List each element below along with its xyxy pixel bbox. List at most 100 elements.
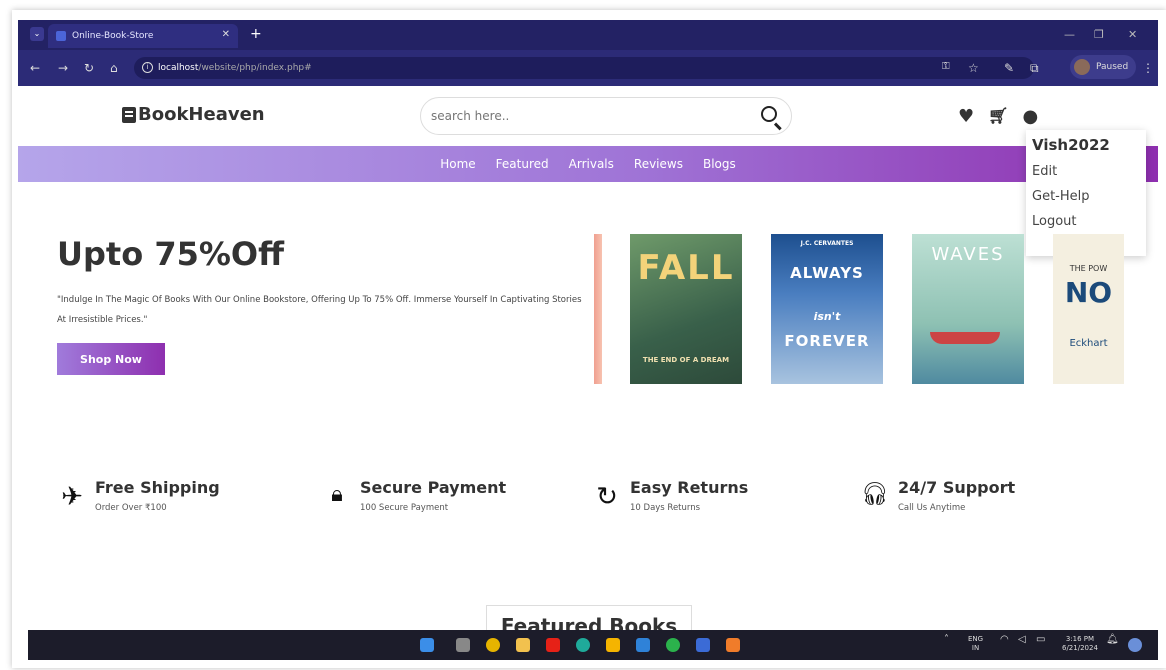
battery-icon[interactable]: ▭ <box>1036 635 1045 645</box>
header-icons: ♥ 🛒︎ ● <box>958 106 1038 127</box>
book-title-end: FOREVER <box>784 332 870 350</box>
clock-time: 3:16 PM <box>1065 635 1095 643</box>
screenshot-frame: ⌄ Online-Book-Store ✕ + — ❐ ✕ ← → ↻ ⌂ i … <box>0 0 1166 670</box>
book-carousel: FALL THE END OF A DREAM J.C. CERVANTES A… <box>594 234 1124 384</box>
book-cover-power-of-now[interactable]: THE POW NO Eckhart <box>1053 234 1124 384</box>
browser-tab[interactable]: Online-Book-Store ✕ <box>48 24 238 48</box>
shop-now-button[interactable]: Shop Now <box>57 343 165 375</box>
site-nav: Home Featured Arrivals Reviews Blogs <box>18 146 1158 182</box>
search-icon[interactable] <box>761 106 777 122</box>
extensions-icon[interactable]: ⧉ <box>1030 61 1039 76</box>
feature-free-shipping: ✈ Free Shipping Order Over ₹100 <box>57 478 220 513</box>
feature-title: 24/7 Support <box>898 478 1016 497</box>
browser-tab-bar: ⌄ Online-Book-Store ✕ + — ❐ ✕ <box>18 20 1158 50</box>
whatsapp-icon[interactable] <box>666 638 680 652</box>
site-info-icon[interactable]: i <box>142 62 153 73</box>
tab-title: Online-Book-Store <box>72 31 154 41</box>
site-logo-text: BookHeaven <box>138 104 265 125</box>
xampp-icon[interactable] <box>726 638 740 652</box>
feature-secure-payment: 🔒︎ Secure Payment 100 Secure Payment <box>322 478 506 513</box>
wifi-icon[interactable]: ◠ <box>1000 635 1009 645</box>
nav-featured[interactable]: Featured <box>496 157 549 171</box>
profile-button[interactable]: Paused <box>1070 55 1136 79</box>
book-title: FALL <box>637 248 735 288</box>
feature-title: Free Shipping <box>95 478 220 497</box>
feature-sub: 10 Days Returns <box>630 503 701 513</box>
windows-taskbar: ˄ ENG IN ◠ ◁ ▭ 3:16 PM 6/21/2024 🔔︎ <box>28 630 1158 660</box>
book-author: J.C. CERVANTES <box>800 240 854 247</box>
book-title: ALWAYS <box>790 264 864 282</box>
youtube-icon[interactable] <box>546 638 560 652</box>
feature-sub: Call Us Anytime <box>898 503 966 513</box>
notification-bell-icon[interactable]: 🔔︎ <box>1106 635 1119 645</box>
clock[interactable]: 3:16 PM 6/21/2024 <box>1062 635 1098 653</box>
book-cover-fall[interactable]: FALL THE END OF A DREAM <box>630 234 742 384</box>
refresh-icon: ↻ <box>596 482 618 512</box>
vscode-icon[interactable] <box>636 638 650 652</box>
pen-icon[interactable]: ✎ <box>1004 61 1014 75</box>
nav-reviews[interactable]: Reviews <box>634 157 683 171</box>
user-icon[interactable]: ● <box>1022 106 1038 127</box>
nav-arrivals[interactable]: Arrivals <box>569 157 614 171</box>
book-cover-waves[interactable]: WAVES <box>912 234 1024 384</box>
boat-illustration <box>930 332 1000 344</box>
browser-address-bar: ← → ↻ ⌂ i localhost/website/php/index.ph… <box>18 50 1158 86</box>
menu-item-logout[interactable]: Logout <box>1032 214 1140 229</box>
site-header: BookHeaven ♥ 🛒︎ ● <box>18 86 1158 146</box>
book-top-text: THE POW <box>1069 264 1108 273</box>
nav-home[interactable]: Home <box>440 157 475 171</box>
sticky-notes-icon[interactable] <box>606 638 620 652</box>
maximize-icon[interactable]: ❐ <box>1094 28 1104 41</box>
url-path: /website/php/index.php# <box>198 63 312 73</box>
menu-item-edit[interactable]: Edit <box>1032 164 1140 179</box>
headset-icon: 🎧︎ <box>861 482 889 507</box>
task-view-icon[interactable] <box>456 638 470 652</box>
file-explorer-icon[interactable] <box>516 638 530 652</box>
profile-avatar <box>1074 59 1090 75</box>
tray-chevron-icon[interactable]: ˄ <box>944 635 949 645</box>
mail-icon[interactable] <box>696 638 710 652</box>
start-icon[interactable] <box>420 638 434 652</box>
feature-sub: Order Over ₹100 <box>95 503 167 513</box>
username: Vish2022 <box>1032 136 1110 154</box>
clock-date: 6/21/2024 <box>1062 644 1098 652</box>
language-indicator[interactable]: ENG IN <box>968 635 983 653</box>
forward-icon[interactable]: → <box>58 61 68 75</box>
tab-close-icon[interactable]: ✕ <box>222 29 230 40</box>
region: IN <box>971 644 980 652</box>
language: ENG <box>968 635 984 643</box>
hero-title: Upto 75%Off <box>57 235 285 273</box>
volume-icon[interactable]: ◁ <box>1018 635 1026 645</box>
book-cover-always-isnt-forever[interactable]: J.C. CERVANTES ALWAYS isn't FOREVER <box>771 234 883 384</box>
chrome-icon[interactable] <box>486 638 500 652</box>
back-icon[interactable]: ← <box>30 61 40 75</box>
nav-blogs[interactable]: Blogs <box>703 157 736 171</box>
book-cover-partial[interactable] <box>594 234 602 384</box>
book-subtitle: THE END OF A DREAM <box>642 356 730 364</box>
tab-search-icon[interactable]: ⌄ <box>30 27 44 41</box>
minimize-icon[interactable]: — <box>1064 28 1075 41</box>
copilot-icon[interactable] <box>1128 638 1142 652</box>
url-field[interactable]: i localhost/website/php/index.php# <box>134 57 1034 79</box>
feature-sub: 100 Secure Payment <box>360 503 449 513</box>
feature-easy-returns: ↻ Easy Returns 10 Days Returns <box>592 478 748 513</box>
site-logo[interactable]: BookHeaven <box>122 104 265 125</box>
profile-status: Paused <box>1096 62 1129 72</box>
book-title: WAVES <box>931 244 1005 265</box>
feature-support: 🎧︎ 24/7 Support Call Us Anytime <box>860 478 1015 513</box>
bookmark-star-icon[interactable]: ☆ <box>968 61 979 75</box>
book-author: Eckhart <box>1069 338 1108 349</box>
cart-icon[interactable]: 🛒︎ <box>988 106 1008 127</box>
new-tab-button[interactable]: + <box>250 26 262 42</box>
home-icon[interactable]: ⌂ <box>110 61 118 75</box>
password-key-icon[interactable]: ⚿ <box>942 61 950 72</box>
plane-icon: ✈ <box>61 482 83 512</box>
browser-menu-icon[interactable]: ⋮ <box>1142 61 1154 75</box>
feature-title: Secure Payment <box>360 478 507 497</box>
menu-item-get-help[interactable]: Get-Help <box>1032 189 1140 204</box>
heart-icon[interactable]: ♥ <box>958 106 974 127</box>
reload-icon[interactable]: ↻ <box>84 61 94 75</box>
edge-icon[interactable] <box>576 638 590 652</box>
close-window-icon[interactable]: ✕ <box>1128 28 1137 41</box>
search-input[interactable] <box>431 109 731 123</box>
